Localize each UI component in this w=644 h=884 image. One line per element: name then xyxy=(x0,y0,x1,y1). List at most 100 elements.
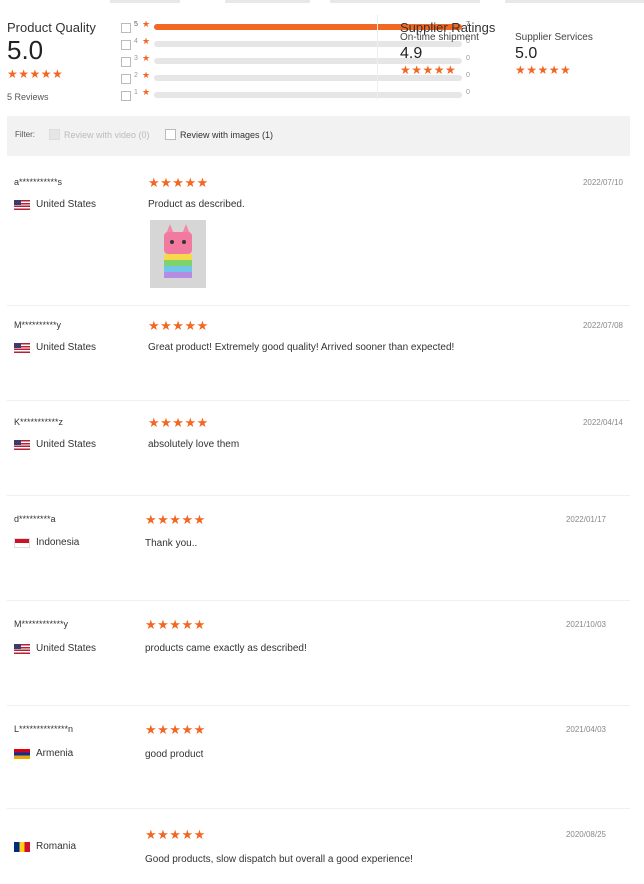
review-date: 2022/01/17 xyxy=(565,515,606,524)
ro-flag-icon xyxy=(14,841,30,852)
filter-images-option[interactable]: Review with images (1) xyxy=(165,129,273,140)
review-date: 2020/08/25 xyxy=(565,830,606,839)
review-date: 2021/04/03 xyxy=(565,725,606,734)
rating-level: 1 xyxy=(134,89,138,96)
am-flag-icon xyxy=(14,748,30,759)
us-flag-icon xyxy=(14,342,30,353)
review-divider xyxy=(7,600,630,601)
rating-checkbox[interactable] xyxy=(121,23,131,33)
supplier-services-stars: ★★★★★ xyxy=(515,63,572,77)
rating-checkbox[interactable] xyxy=(121,40,131,50)
review-stars: ★★★★★ xyxy=(145,827,206,842)
review-divider xyxy=(7,400,630,401)
rating-row-5[interactable]: 5 ★ 7 xyxy=(121,19,470,37)
star-icon: ★ xyxy=(142,19,151,29)
on-time-shipment-label: On-time shipment xyxy=(400,32,479,43)
review-item: M************y United States ★★★★★ 2021/… xyxy=(7,617,630,697)
rating-breakdown: 5 ★ 7 4 ★ 0 3 ★ 0 2 ★ 0 1 ★ 0 xyxy=(121,19,470,105)
tab-indicator xyxy=(505,0,644,3)
on-time-shipment-rating: On-time shipment 4.9 ★★★★★ xyxy=(400,32,479,77)
review-date: 2022/07/08 xyxy=(582,321,623,330)
review-text: Thank you.. xyxy=(145,538,198,549)
product-quality-title: Product Quality xyxy=(7,20,96,35)
country-name: Romania xyxy=(36,841,77,852)
review-item: a***********s United States ★★★★★ 2022/0… xyxy=(7,175,630,305)
rating-checkbox[interactable] xyxy=(121,91,131,101)
review-item: M**********y United States ★★★★★ 2022/07… xyxy=(7,318,630,398)
reviewer-name: M**********y xyxy=(14,320,62,330)
review-text: good product xyxy=(145,749,204,760)
reviewer-country: Romania xyxy=(14,841,76,852)
review-item: d*********a Indonesia ★★★★★ 2022/01/17 T… xyxy=(7,512,630,592)
us-flag-icon xyxy=(14,643,30,654)
reviewer-country: Armenia xyxy=(14,748,73,759)
review-stars: ★★★★★ xyxy=(145,722,206,737)
country-name: Indonesia xyxy=(36,537,80,548)
reviewer-country: United States xyxy=(14,342,96,353)
review-divider xyxy=(7,705,630,706)
star-icon: ★ xyxy=(142,53,151,63)
review-stars: ★★★★★ xyxy=(148,318,209,333)
review-date: 2022/07/10 xyxy=(582,178,623,187)
star-icon: ★ xyxy=(142,87,151,97)
us-flag-icon xyxy=(14,439,30,450)
review-stars: ★★★★★ xyxy=(145,512,206,527)
review-text: Great product! Extremely good quality! A… xyxy=(148,342,455,353)
country-name: United States xyxy=(36,199,97,210)
tab-indicator xyxy=(330,0,480,3)
review-text: Product as described. xyxy=(148,199,245,210)
filter-images-checkbox[interactable] xyxy=(165,129,176,140)
country-name: United States xyxy=(36,439,97,450)
id-flag-icon xyxy=(14,537,30,548)
reviews-count: 5 Reviews xyxy=(7,92,49,102)
product-photo-image xyxy=(150,220,206,288)
tab-indicator xyxy=(225,0,310,3)
filter-video-option[interactable]: Review with video (0) xyxy=(49,129,150,140)
country-name: Armenia xyxy=(36,748,74,759)
review-stars: ★★★★★ xyxy=(148,415,209,430)
rating-row-4[interactable]: 4 ★ 0 xyxy=(121,36,470,54)
on-time-shipment-stars: ★★★★★ xyxy=(400,63,457,77)
rating-level: 5 xyxy=(134,21,138,28)
review-item: L**************n Armenia ★★★★★ 2021/04/0… xyxy=(7,722,630,802)
review-text: Good products, slow dispatch but overall… xyxy=(145,854,413,865)
star-icon: ★ xyxy=(142,36,151,46)
supplier-services-score: 5.0 xyxy=(515,45,538,62)
filter-video-checkbox[interactable] xyxy=(49,129,60,140)
rating-row-2[interactable]: 2 ★ 0 xyxy=(121,70,470,88)
review-divider xyxy=(7,305,630,306)
rating-checkbox[interactable] xyxy=(121,74,131,84)
country-name: United States xyxy=(36,643,97,654)
reviewer-country: Indonesia xyxy=(14,537,79,548)
review-divider xyxy=(7,495,630,496)
divider xyxy=(377,15,378,100)
review-stars: ★★★★★ xyxy=(145,617,206,632)
reviewer-name: a***********s xyxy=(14,177,63,187)
filter-images-label: Review with images (1) xyxy=(180,129,274,140)
tab-indicator xyxy=(110,0,180,3)
reviewer-name: d*********a xyxy=(14,514,56,524)
review-item: Romania ★★★★★ 2020/08/25 Good products, … xyxy=(7,827,630,882)
rating-count: 0 xyxy=(466,89,470,96)
review-divider xyxy=(7,808,630,809)
on-time-shipment-score: 4.9 xyxy=(400,45,423,62)
supplier-services-rating: Supplier Services 5.0 ★★★★★ xyxy=(515,32,593,77)
reviewer-name: L**************n xyxy=(14,724,74,734)
rating-row-1[interactable]: 1 ★ 0 xyxy=(121,87,470,105)
rating-row-3[interactable]: 3 ★ 0 xyxy=(121,53,470,71)
star-icon: ★ xyxy=(142,70,151,80)
rating-level: 2 xyxy=(134,72,138,79)
us-flag-icon xyxy=(14,199,30,210)
filter-video-label: Review with video (0) xyxy=(64,129,150,140)
review-photo-thumbnail[interactable] xyxy=(150,220,206,288)
review-text: absolutely love them xyxy=(148,439,240,450)
review-stars: ★★★★★ xyxy=(148,175,209,190)
review-date: 2022/04/14 xyxy=(582,418,623,427)
reviewer-country: United States xyxy=(14,439,96,450)
rating-summary: Product Quality 5.0 ★★★★★ 5 Reviews 5 ★ … xyxy=(0,0,644,108)
rating-checkbox[interactable] xyxy=(121,57,131,67)
reviewer-country: United States xyxy=(14,643,96,654)
rating-level: 4 xyxy=(134,38,138,45)
review-date: 2021/10/03 xyxy=(565,620,606,629)
reviewer-country: United States xyxy=(14,199,96,210)
